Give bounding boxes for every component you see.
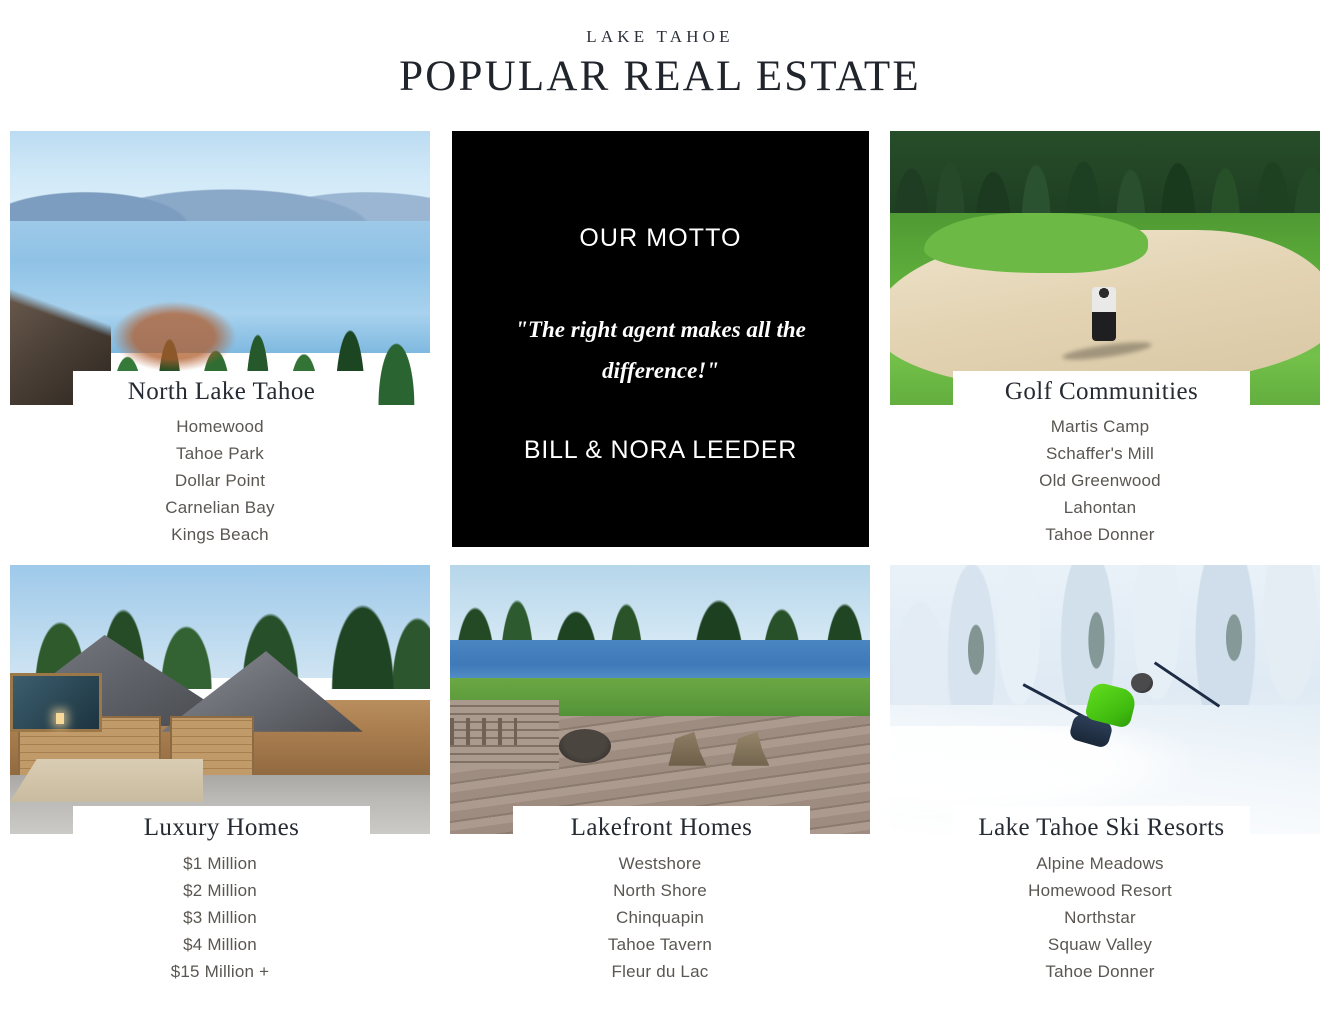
list-item[interactable]: Homewood Resort — [890, 877, 1310, 904]
ski-resorts-photo[interactable] — [890, 565, 1320, 834]
photo-layer-fire-pit — [559, 729, 612, 764]
card-title: Luxury Homes — [143, 814, 300, 841]
golf-communities-list: Martis Camp Schaffer's Mill Old Greenwoo… — [890, 413, 1310, 548]
list-item[interactable]: $15 Million + — [10, 958, 430, 985]
lakefront-homes-photo[interactable] — [450, 565, 870, 834]
luxury-homes-photo[interactable] — [10, 565, 430, 834]
lakefront-homes-title-band: Lakefront Homes — [513, 806, 810, 850]
list-item[interactable]: $4 Million — [10, 931, 430, 958]
page-eyebrow: LAKE TAHOE — [586, 27, 734, 46]
ski-resorts-list: Alpine Meadows Homewood Resort Northstar… — [890, 850, 1310, 985]
photo-layer-porch-lamp — [56, 712, 65, 724]
list-item[interactable]: Old Greenwood — [890, 467, 1310, 494]
list-item[interactable]: $1 Million — [10, 850, 430, 877]
card-title: North Lake Tahoe — [127, 378, 316, 405]
our-motto-panel: OUR MOTTO "The right agent makes all the… — [452, 131, 869, 547]
list-item[interactable]: Lahontan — [890, 494, 1310, 521]
list-item[interactable]: Tahoe Park — [10, 440, 430, 467]
list-item[interactable]: Northstar — [890, 904, 1310, 931]
north-lake-tahoe-photo[interactable] — [10, 131, 430, 405]
list-item[interactable]: $3 Million — [10, 904, 430, 931]
list-item[interactable]: Alpine Meadows — [890, 850, 1310, 877]
photo-layer-skier-helmet — [1130, 672, 1153, 693]
list-item[interactable]: Homewood — [10, 413, 430, 440]
list-item[interactable]: Dollar Point — [10, 467, 430, 494]
photo-layer-railing — [450, 718, 518, 746]
list-item[interactable]: Schaffer's Mill — [890, 440, 1310, 467]
motto-label: OUR MOTTO — [579, 224, 742, 252]
motto-quote: "The right agent makes all the differenc… — [515, 317, 806, 383]
list-item[interactable]: Tahoe Donner — [890, 958, 1310, 985]
ski-resorts-title-band: Lake Tahoe Ski Resorts — [953, 806, 1250, 850]
north-lake-tahoe-list: Homewood Tahoe Park Dollar Point Carneli… — [10, 413, 430, 548]
card-title: Lakefront Homes — [570, 814, 753, 841]
north-lake-tahoe-title-band: North Lake Tahoe — [73, 371, 370, 413]
golf-communities-title-band: Golf Communities — [953, 371, 1250, 413]
card-title: Golf Communities — [1004, 378, 1199, 405]
list-item[interactable]: $2 Million — [10, 877, 430, 904]
luxury-homes-list: $1 Million $2 Million $3 Million $4 Mill… — [10, 850, 430, 985]
photo-layer-green-island — [924, 213, 1148, 274]
list-item[interactable]: Martis Camp — [890, 413, 1310, 440]
photo-layer-gravel — [10, 758, 204, 802]
list-item[interactable]: Squaw Valley — [890, 931, 1310, 958]
photo-layer-snow-spray — [890, 726, 1191, 818]
list-item[interactable]: Fleur du Lac — [450, 958, 870, 985]
page-title: POPULAR REAL ESTATE — [399, 53, 921, 100]
list-item[interactable]: Tahoe Donner — [890, 521, 1310, 548]
golf-communities-photo[interactable] — [890, 131, 1320, 405]
lakefront-homes-list: Westshore North Shore Chinquapin Tahoe T… — [450, 850, 870, 985]
list-item[interactable]: North Shore — [450, 877, 870, 904]
list-item[interactable]: Carnelian Bay — [10, 494, 430, 521]
list-item[interactable]: Chinquapin — [450, 904, 870, 931]
photo-layer-golfer — [1092, 287, 1117, 342]
photo-layer-autumn-foliage — [110, 300, 237, 373]
luxury-homes-title-band: Luxury Homes — [73, 806, 370, 850]
card-title: Lake Tahoe Ski Resorts — [978, 814, 1225, 841]
list-item[interactable]: Kings Beach — [10, 521, 430, 548]
motto-author: BILL & NORA LEEDER — [523, 436, 798, 464]
list-item[interactable]: Tahoe Tavern — [450, 931, 870, 958]
list-item[interactable]: Westshore — [450, 850, 870, 877]
popular-real-estate-page: LAKE TAHOE POPULAR REAL ESTATE North Lak… — [0, 0, 1320, 1010]
